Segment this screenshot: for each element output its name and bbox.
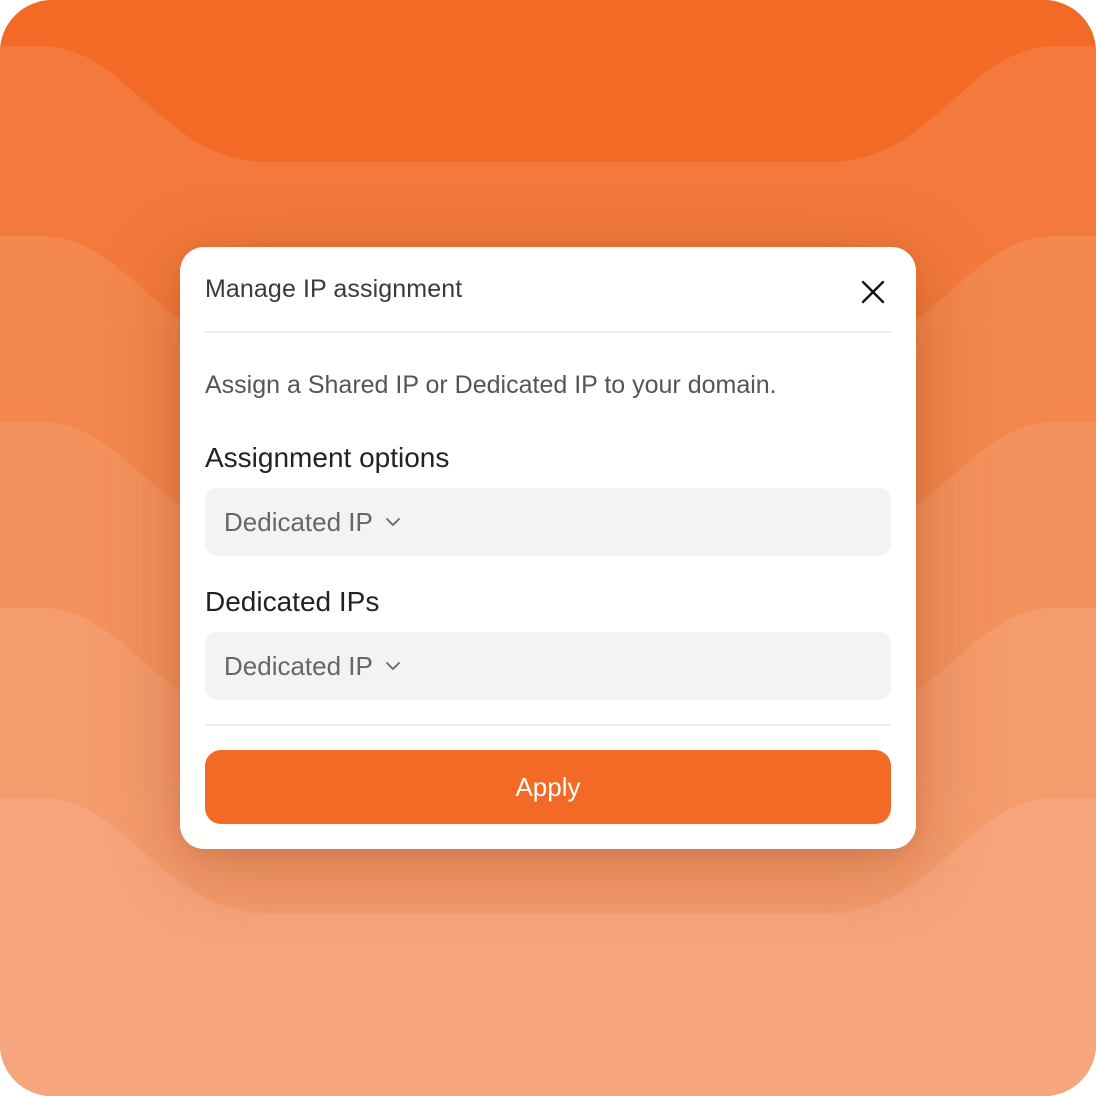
apply-button[interactable]: Apply (205, 750, 891, 824)
footer-divider (205, 724, 891, 726)
dedicated-ips-label: Dedicated IPs (205, 586, 380, 617)
chevron-down-icon (385, 517, 401, 527)
background-frame: Manage IP assignment Assign a Shared IP … (0, 0, 1096, 1096)
close-icon (861, 280, 885, 304)
manage-ip-dialog: Manage IP assignment Assign a Shared IP … (180, 247, 916, 849)
dialog-title: Manage IP assignment (205, 275, 463, 303)
chevron-down-icon (385, 661, 401, 671)
dialog-description: Assign a Shared IP or Dedicated IP to yo… (205, 371, 777, 399)
assignment-options-label: Assignment options (205, 442, 450, 473)
dedicated-ips-value: Dedicated IP (224, 650, 373, 681)
header-divider (205, 331, 891, 333)
dedicated-ips-select[interactable]: Dedicated IP (205, 632, 891, 700)
close-button[interactable] (856, 275, 890, 309)
assignment-options-value: Dedicated IP (224, 506, 373, 537)
assignment-options-select[interactable]: Dedicated IP (205, 488, 891, 556)
